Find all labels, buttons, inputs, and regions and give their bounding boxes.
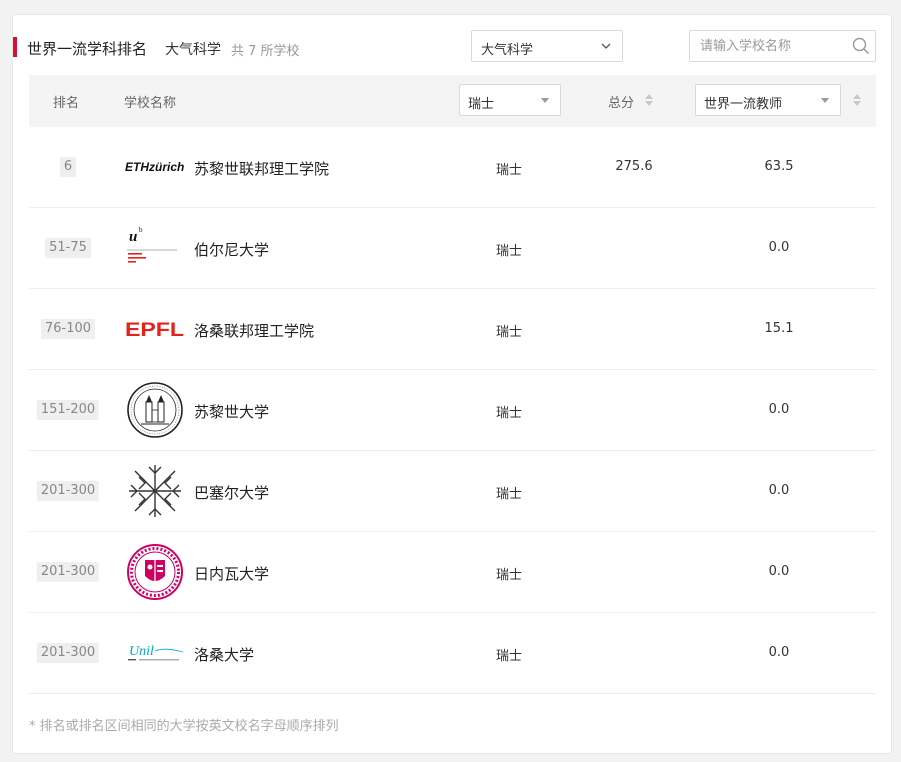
indicator-filter-value: 世界一流教师 (704, 97, 783, 112)
search-input[interactable] (691, 32, 841, 60)
logo-text: EPFL (125, 320, 184, 341)
indicator-score: 0.0 (768, 240, 790, 255)
logo-text: Unil (129, 644, 154, 659)
title-accent-bar (13, 37, 17, 57)
school-name[interactable]: 伯尔尼大学 (194, 239, 269, 260)
table-row[interactable]: 76-100 EPFL 洛桑联邦理工学院 瑞士 15.1 (29, 289, 876, 370)
indicator-filter-select[interactable]: 世界一流教师 (695, 84, 841, 116)
country-value: 瑞士 (496, 487, 523, 502)
school-name[interactable]: 巴塞尔大学 (194, 482, 269, 503)
eth-zurich-logo: ETHzürich (125, 139, 185, 195)
school-name[interactable]: 苏黎世大学 (194, 401, 269, 422)
table-row[interactable]: 201-300 Unil 洛桑大学 瑞士 0.0 (29, 613, 876, 694)
indicator-score: 0.0 (768, 564, 790, 579)
current-subject: 大气科学 (165, 42, 221, 58)
school-name[interactable]: 洛桑大学 (194, 644, 254, 665)
table-row[interactable]: 51-75 u b 伯尔尼大学 瑞士 0.0 (29, 208, 876, 289)
total-score: 275.6 (615, 159, 653, 174)
svg-text:b: b (139, 226, 143, 234)
rank-badge: 76-100 (40, 319, 96, 339)
column-rank: 排名 (53, 96, 80, 111)
search-icon[interactable] (852, 37, 870, 55)
country-filter-select[interactable]: 瑞士 (459, 84, 561, 116)
bern-university-logo: u b (125, 220, 185, 276)
school-count: 共 7 所学校 (231, 44, 300, 59)
rank-badge: 6 (59, 157, 77, 177)
country-filter-value: 瑞士 (468, 97, 495, 112)
university-of-zurich-seal-icon (125, 382, 185, 438)
table-header: 排名 学校名称 瑞士 总分 世界一流教师 (29, 75, 876, 127)
column-total[interactable]: 总分 (608, 92, 634, 111)
chevron-down-icon (601, 43, 611, 49)
school-name[interactable]: 日内瓦大学 (194, 563, 269, 584)
subject-select[interactable]: 大气科学 (471, 30, 623, 62)
ranking-table-body: 6 ETHzürich 苏黎世联邦理工学院 瑞士 275.6 63.5 51-7… (29, 127, 876, 694)
university-of-basel-logo-icon (125, 463, 185, 519)
logo-text: u (129, 229, 137, 245)
ranking-panel: 世界一流学科排名 大气科学 共 7 所学校 大气科学 排名 学校名称 瑞士 总分… (12, 14, 892, 754)
table-row[interactable]: 6 ETHzürich 苏黎世联邦理工学院 瑞士 275.6 63.5 (29, 127, 876, 208)
caret-down-icon (821, 98, 829, 103)
unil-logo: Unil (125, 625, 185, 681)
school-name[interactable]: 苏黎世联邦理工学院 (194, 158, 329, 179)
rank-badge: 201-300 (36, 481, 100, 501)
sort-icon[interactable] (645, 94, 653, 106)
table-row[interactable]: 201-300 日内瓦大学 瑞士 0.0 (29, 532, 876, 613)
country-value: 瑞士 (496, 325, 523, 340)
indicator-score: 0.0 (768, 645, 790, 660)
rank-badge: 51-75 (45, 238, 91, 258)
rank-badge: 201-300 (36, 562, 100, 582)
subject-select-value: 大气科学 (481, 43, 534, 58)
column-school: 学校名称 (124, 96, 177, 111)
table-row[interactable]: 151-200 苏黎世大学 瑞士 0.0 (29, 370, 876, 451)
footnote: * 排名或排名区间相同的大学按英文校名字母顺序排列 (29, 719, 339, 734)
indicator-score: 63.5 (764, 159, 794, 174)
country-value: 瑞士 (496, 649, 523, 664)
caret-down-icon (541, 98, 549, 103)
search-box (689, 30, 876, 62)
table-row[interactable]: 201-300 巴塞尔大学 瑞士 0.0 (29, 451, 876, 532)
country-value: 瑞士 (496, 163, 523, 178)
indicator-score: 0.0 (768, 483, 790, 498)
university-of-geneva-seal-icon (125, 544, 185, 600)
school-name[interactable]: 洛桑联邦理工学院 (194, 320, 314, 341)
sort-icon[interactable] (853, 94, 861, 106)
logo-text: ETHzürich (125, 160, 184, 174)
country-value: 瑞士 (496, 406, 523, 421)
page-title: 世界一流学科排名 (27, 40, 148, 58)
country-value: 瑞士 (496, 244, 523, 259)
rank-badge: 201-300 (36, 643, 100, 663)
indicator-score: 15.1 (764, 321, 794, 336)
indicator-score: 0.0 (768, 402, 790, 417)
rank-badge: 151-200 (36, 400, 100, 420)
country-value: 瑞士 (496, 568, 523, 583)
epfl-logo: EPFL (125, 301, 185, 357)
